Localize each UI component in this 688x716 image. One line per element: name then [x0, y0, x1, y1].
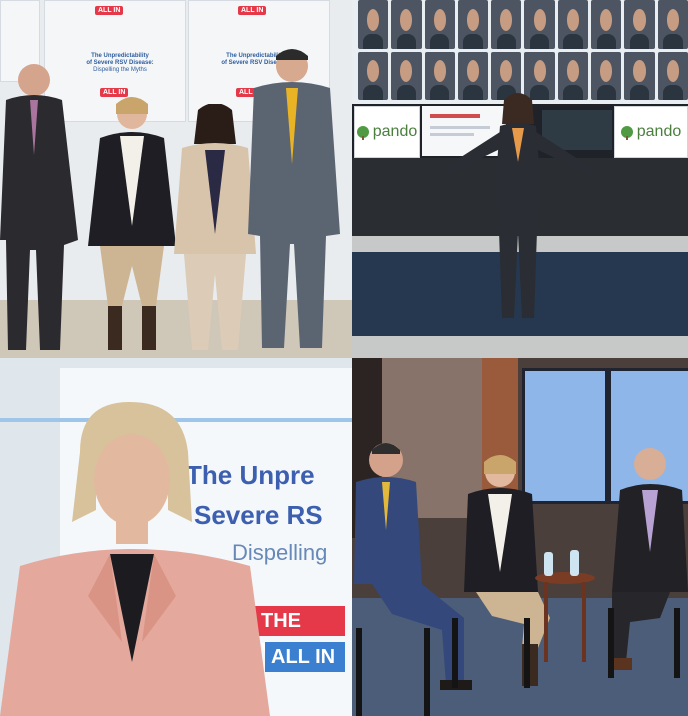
participant-grid	[358, 0, 688, 100]
participant-tile	[624, 0, 655, 49]
man-in-dark-suit	[0, 64, 78, 350]
participant-tile	[424, 0, 455, 49]
tree-icon	[620, 126, 633, 140]
participant-tile	[657, 51, 688, 100]
participant-tile	[624, 51, 655, 100]
participant-tile	[391, 0, 422, 49]
participant-tile	[557, 0, 589, 49]
presenter-woman	[444, 93, 592, 318]
pando-logo-left: pando	[354, 106, 420, 158]
chairs	[356, 608, 680, 716]
participant-tile	[358, 51, 389, 100]
participant-tile	[524, 0, 555, 49]
participant-tile	[657, 0, 688, 49]
event-badge: ALL IN	[238, 6, 267, 15]
video-wall	[352, 0, 688, 104]
participant-tile	[457, 0, 489, 49]
woman-in-black-blazer	[88, 97, 176, 350]
man-in-grey-suit	[248, 49, 340, 348]
participant-tile	[358, 0, 389, 49]
anchor-panel: The Unpre Severe RS Dispelling THE VOIC …	[0, 358, 352, 716]
participant-tile	[491, 0, 522, 49]
participant-tile	[391, 51, 422, 100]
panel-discussion	[352, 358, 688, 716]
tree-icon	[356, 126, 369, 140]
pando-logo-right: pando	[614, 106, 688, 158]
event-badge: ALL IN	[95, 6, 124, 15]
group-photo-panel: ALL IN ALL IN The Unpredictability of Se…	[0, 0, 352, 358]
virtual-studio-panel: pando pando	[352, 0, 688, 358]
anchor-woman-pink-blazer	[0, 402, 270, 716]
participant-tile	[591, 0, 622, 49]
